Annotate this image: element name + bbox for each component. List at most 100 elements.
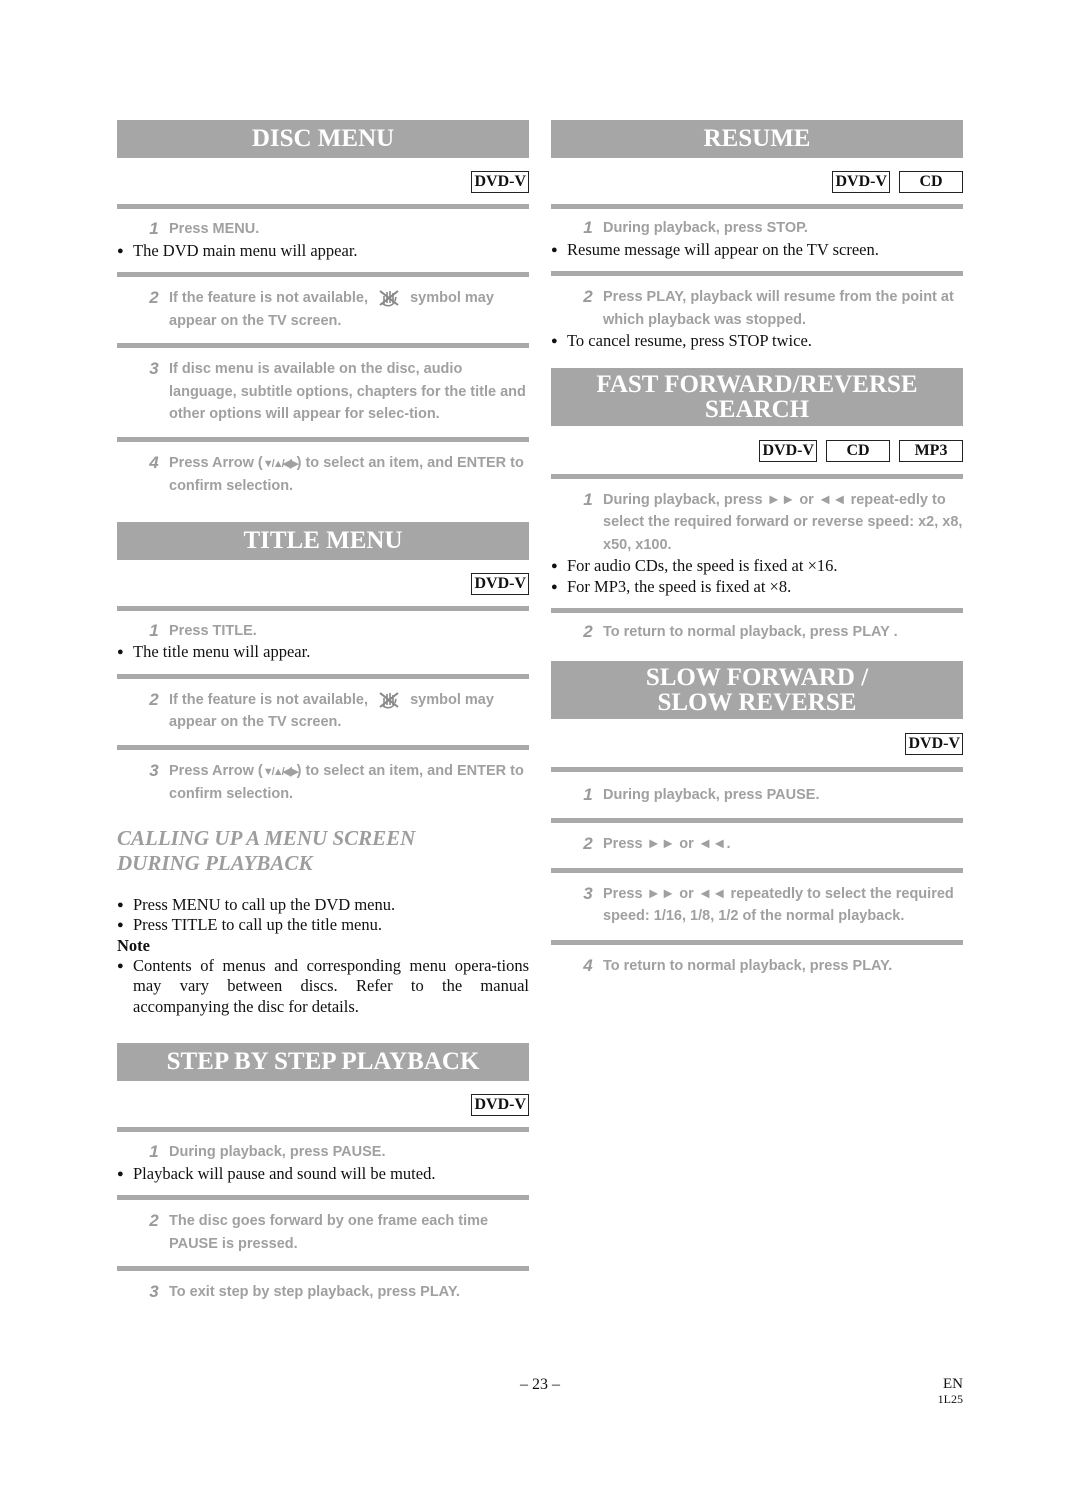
divider <box>117 744 529 750</box>
rewind-icon: ◄◄ <box>697 836 727 852</box>
step-text: To exit step by step playback, press PLA… <box>169 1284 460 1300</box>
disc-type-badges: DVD-V <box>117 171 529 195</box>
badge-mp3: MP3 <box>899 439 963 462</box>
section-header: SLOW FORWARD / SLOW REVERSE <box>551 660 963 719</box>
step-text: During playback, press PAUSE. <box>603 786 820 803</box>
fast-forward-icon: ►► <box>646 885 676 902</box>
step-number: 1 <box>149 620 159 640</box>
step-text: To return to normal playback, press PLAY… <box>603 957 893 974</box>
rewind-icon: ◄◄ <box>817 491 847 508</box>
rewind-icon: ◄◄ <box>697 885 727 902</box>
badge-cd: CD <box>899 171 963 193</box>
left-column: DISC MENU DVD-V 1 Press MENU. The DVD ma… <box>117 120 529 1304</box>
disc-type-badges: DVD-V <box>551 732 963 757</box>
prohibited-hand-icon <box>378 289 400 307</box>
section-header: DISC MENU <box>117 120 529 158</box>
step-3: 3 To exit step by step playback, press P… <box>117 1281 529 1304</box>
step-number: 3 <box>583 883 593 903</box>
disc-type-badges: DVD-V CD <box>551 171 963 195</box>
badge-dvd-v: DVD-V <box>471 171 529 193</box>
divider <box>551 939 963 945</box>
step-text: Press <box>603 885 643 902</box>
step-1: 1 During playback, press ►► or ◄◄ repeat… <box>551 489 963 557</box>
step-3: 3 Press Arrow (▼/▲/◀/▶) to select an ite… <box>117 760 529 806</box>
step-text: During playback, press PAUSE. <box>169 1144 386 1160</box>
step-2: 2 If the feature is not available, symbo… <box>117 287 529 332</box>
step-number: 3 <box>149 1282 159 1301</box>
right-column: RESUME DVD-V CD 1 During playback, press… <box>551 120 963 977</box>
step-number: 2 <box>583 834 593 853</box>
badge-dvd-v: DVD-V <box>471 572 529 595</box>
bullet-item: The DVD main menu will appear. <box>117 241 529 262</box>
disc-menu-section: DISC MENU DVD-V 1 Press MENU. The DVD ma… <box>117 120 529 498</box>
step-1: 1 During playback, press PAUSE. <box>117 1141 529 1164</box>
step-number: 3 <box>149 359 159 378</box>
divider <box>551 271 963 276</box>
note-bullet: Contents of menus and corresponding menu… <box>117 956 529 1018</box>
divider <box>117 1127 529 1132</box>
divider <box>551 766 963 772</box>
badge-cd: CD <box>826 439 890 462</box>
step-number: 2 <box>149 1211 159 1230</box>
divider <box>117 272 529 277</box>
step-text: During playback, press STOP. <box>603 220 808 236</box>
divider <box>551 608 963 613</box>
divider <box>117 1195 529 1200</box>
calling-up-menu-section: CALLING UP A MENU SCREEN DURING PLAYBACK… <box>117 826 529 1018</box>
page-number: – 23 – <box>520 1376 560 1393</box>
step-text: If the feature is not available, <box>169 691 369 708</box>
step-text: If the feature is not available, <box>169 290 369 306</box>
badge-dvd-v: DVD-V <box>832 171 890 193</box>
bullet-item: Press MENU to call up the DVD menu. <box>117 895 529 916</box>
step-number: 2 <box>583 622 593 641</box>
disc-type-badges: DVD-V CD MP3 <box>551 439 963 464</box>
step-1: 1 Press MENU. <box>117 218 529 241</box>
bullet-item: Playback will pause and sound will be mu… <box>117 1164 529 1185</box>
step-2: 2 Press PLAY, playback will resume from … <box>551 286 963 331</box>
model-code: 1L25 <box>937 1392 963 1406</box>
step-by-step-section: STEP BY STEP PLAYBACK DVD-V 1 During pla… <box>117 1043 529 1304</box>
bullet-item: For MP3, the speed is fixed at ×8. <box>551 577 963 598</box>
bullet-item: Press TITLE to call up the title menu. <box>117 915 529 936</box>
step-number: 1 <box>583 784 593 804</box>
step-text: Press MENU. <box>169 221 260 237</box>
badge-dvd-v: DVD-V <box>905 732 963 755</box>
divider <box>551 204 963 209</box>
step-text: During playback, press <box>603 491 763 508</box>
step-text: If disc menu is available on the disc, a… <box>169 361 526 422</box>
step-1: 1 During playback, press PAUSE. <box>551 784 963 807</box>
step-number: 1 <box>583 489 593 509</box>
resume-section: RESUME DVD-V CD 1 During playback, press… <box>551 120 963 352</box>
document-code: EN 1L25 <box>938 1376 963 1406</box>
step-number: 1 <box>149 1142 159 1161</box>
step-1: 1 During playback, press STOP. <box>551 217 963 240</box>
step-number: 4 <box>583 955 593 975</box>
step-2: 2 If the feature is not available, symbo… <box>117 689 529 734</box>
step-text: The disc goes forward by one frame each … <box>169 1213 489 1252</box>
step-2: 2 To return to normal playback, press PL… <box>551 621 963 644</box>
title-menu-section: TITLE MENU DVD-V 1 Press TITLE. The titl… <box>117 521 529 806</box>
arrow-keys-icon: ▼/▲/◀/▶ <box>262 457 299 470</box>
language-code: EN <box>943 1376 963 1392</box>
step-number: 2 <box>149 689 159 709</box>
divider <box>551 473 963 479</box>
prohibited-hand-icon <box>378 691 400 709</box>
badge-dvd-v: DVD-V <box>471 1094 529 1116</box>
divider <box>551 818 963 823</box>
divider <box>117 1266 529 1271</box>
step-number: 3 <box>149 760 159 780</box>
step-text: Press Arrow ( <box>169 762 263 779</box>
fast-forward-icon: ►► <box>646 836 676 852</box>
divider <box>551 867 963 873</box>
step-3: 3 Press ►► or ◄◄ repeatedly to select th… <box>551 883 963 928</box>
fast-forward-icon: ►► <box>766 491 796 508</box>
badge-dvd-v: DVD-V <box>759 439 817 462</box>
step-4: 4 Press Arrow (▼/▲/◀/▶) to select an ite… <box>117 452 529 498</box>
disc-type-badges: DVD-V <box>117 1094 529 1118</box>
divider <box>117 673 529 679</box>
step-3: 3 If disc menu is available on the disc,… <box>117 358 529 426</box>
step-text: To return to normal playback, press PLAY… <box>603 624 898 640</box>
section-header: TITLE MENU <box>117 521 529 560</box>
bullet-item: Resume message will appear on the TV scr… <box>551 240 963 261</box>
step-number: 4 <box>149 452 159 472</box>
